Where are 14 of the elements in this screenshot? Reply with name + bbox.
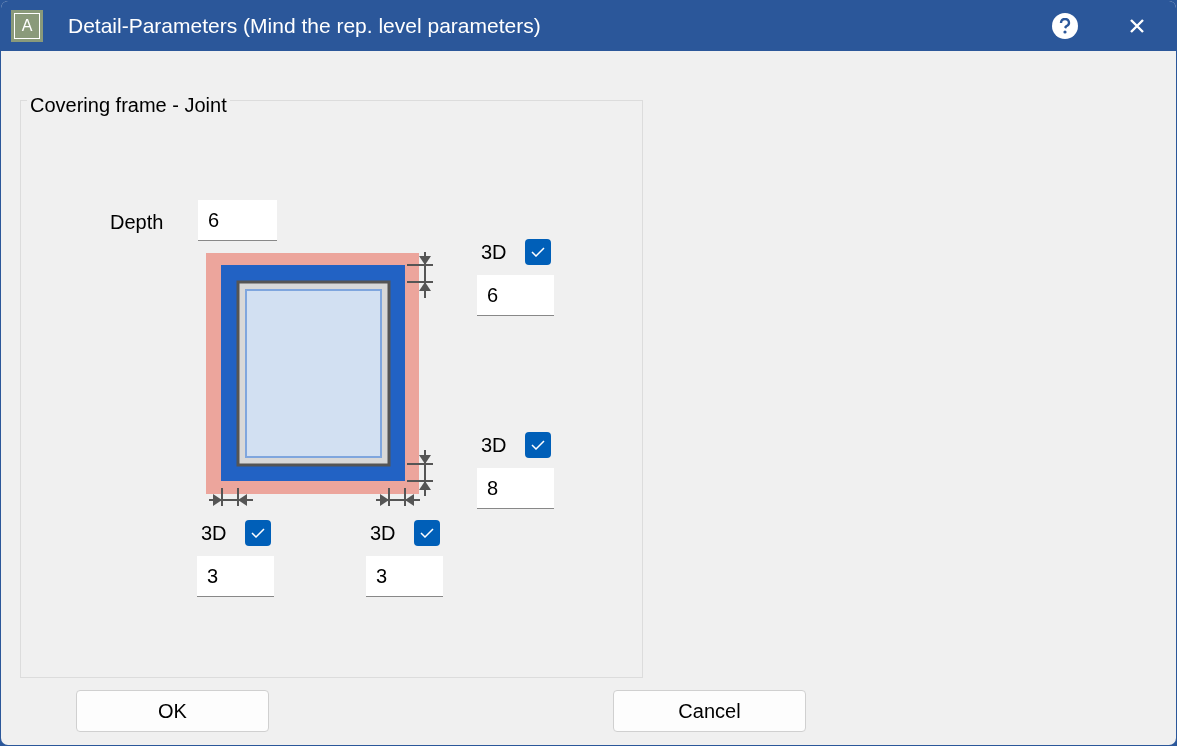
checkbox-label: 3D [481, 240, 507, 265]
depth-label: Depth [110, 210, 164, 235]
number-field[interactable]: 6 [477, 275, 554, 316]
number-field[interactable]: 3 [366, 556, 443, 597]
app-icon-letter: A [21, 16, 33, 36]
number-field[interactable]: 3 [197, 556, 274, 597]
dialog-button[interactable]: Cancel [613, 690, 806, 732]
window-title: Detail-Parameters (Mind the rep. level parameters) [68, 13, 541, 40]
depth-field[interactable]: 6 [198, 200, 277, 241]
checkbox-label: 3D [370, 521, 396, 546]
number-field[interactable]: 8 [477, 468, 554, 509]
dialog-button[interactable]: OK [76, 690, 269, 732]
checkbox-label: 3D [481, 433, 507, 458]
checkbox-label: 3D [201, 521, 227, 546]
